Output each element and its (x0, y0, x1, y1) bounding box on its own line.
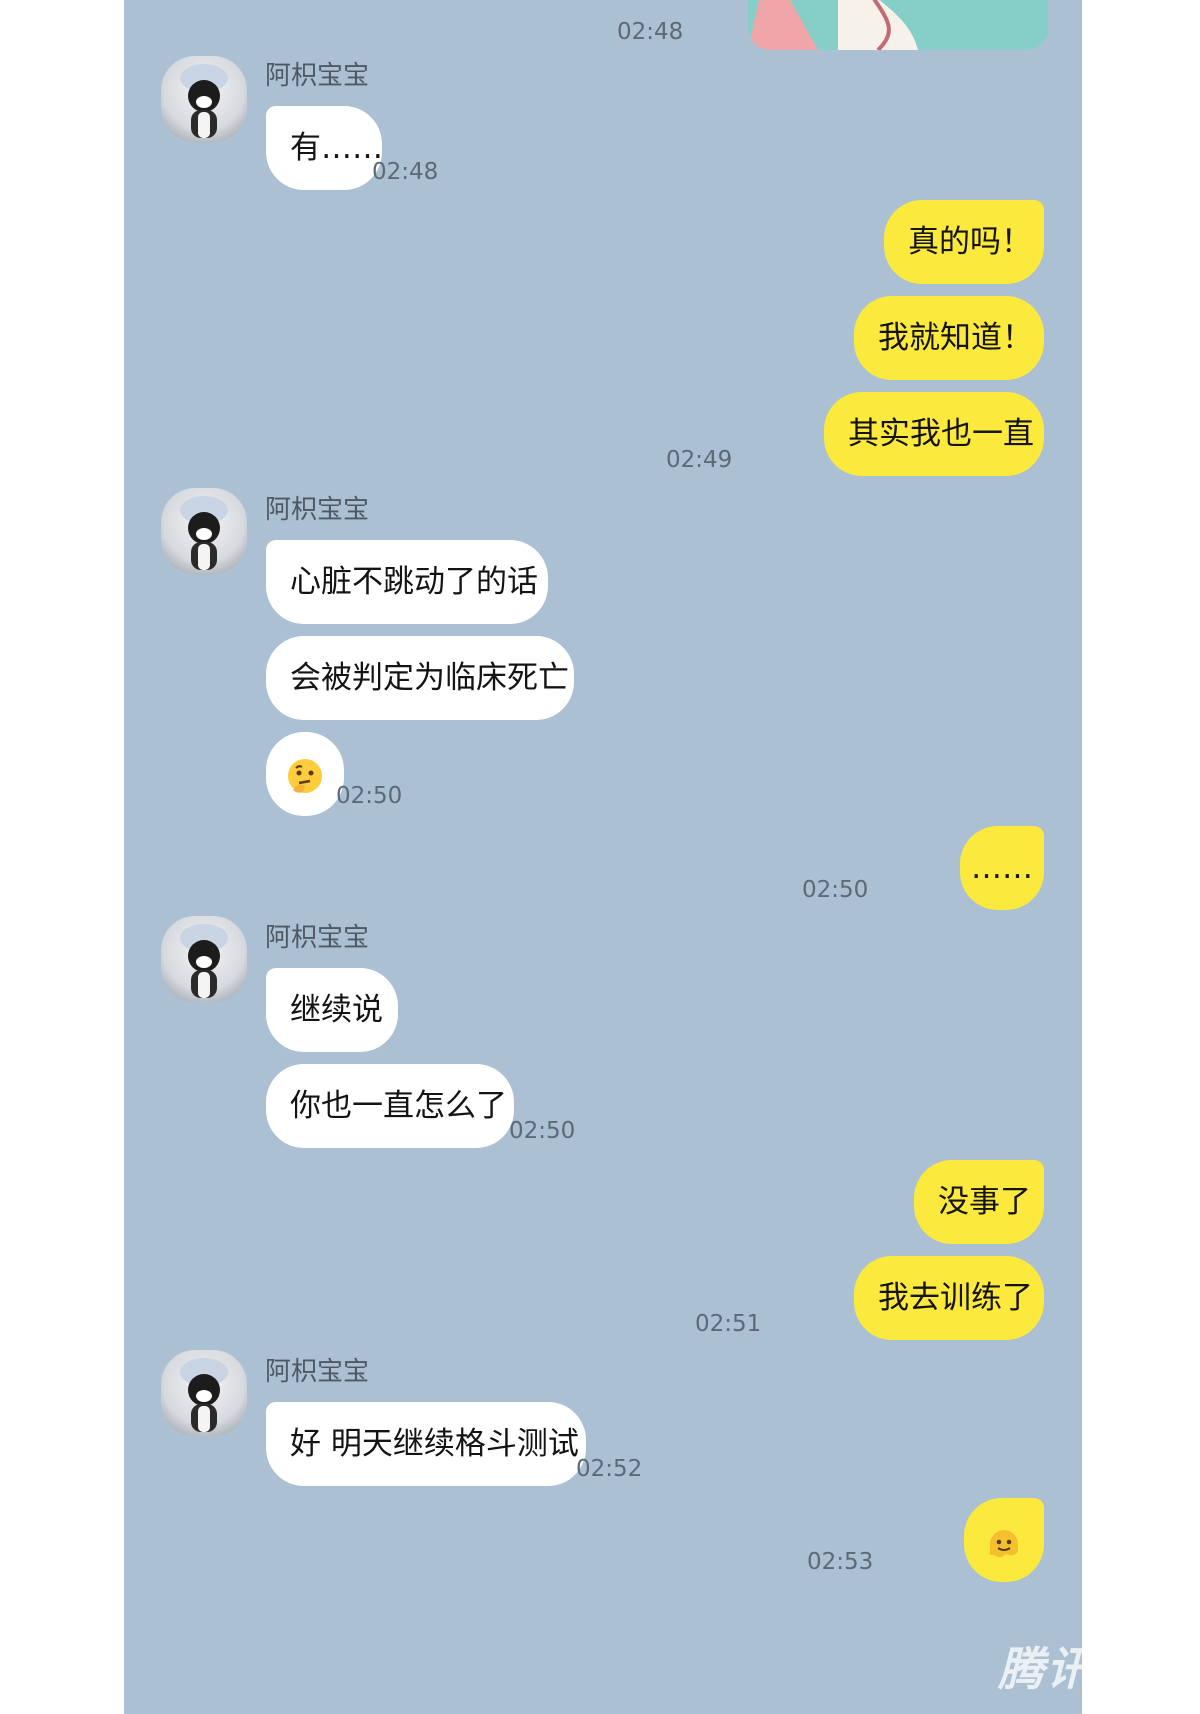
avatar[interactable] (161, 488, 247, 574)
message-bubble[interactable]: 我去训练了 (854, 1256, 1044, 1340)
message-bubble[interactable]: 继续说 (266, 968, 398, 1052)
sender-name: 阿枳宝宝 (265, 495, 370, 525)
avatar[interactable] (161, 56, 247, 142)
avatar[interactable] (161, 1350, 247, 1436)
sender-name: 阿枳宝宝 (265, 1357, 370, 1387)
message-time: 02:50 (802, 877, 869, 903)
message-time: 02:52 (576, 1456, 643, 1482)
message-bubble[interactable]: 我就知道！ (854, 296, 1044, 380)
message-bubble[interactable]: 有…… (266, 106, 383, 190)
message-bubble[interactable]: 心脏不跳动了的话 (266, 540, 548, 624)
melting-face-icon (989, 1529, 1018, 1557)
message-bubble[interactable]: 会被判定为临床死亡 (266, 636, 574, 720)
message-bubble[interactable]: 好 明天继续格斗测试 (266, 1402, 586, 1486)
image-message[interactable] (748, 0, 1048, 50)
thinking-face-icon (288, 758, 322, 793)
avatar[interactable] (161, 916, 247, 1002)
message-time: 02:50 (336, 783, 403, 809)
message-bubble[interactable]: 其实我也一直 (824, 392, 1044, 476)
emoji-message[interactable] (266, 732, 344, 816)
message-bubble[interactable]: 没事了 (914, 1160, 1044, 1244)
message-time: 02:48 (372, 159, 439, 185)
sender-name: 阿枳宝宝 (265, 61, 370, 91)
message-bubble[interactable]: 真的吗！ (884, 200, 1044, 284)
message-time: 02:53 (807, 1549, 874, 1575)
watermark-logo: 腾讯动漫 (998, 1642, 1190, 1696)
message-time: 02:48 (617, 19, 684, 45)
message-time: 02:50 (509, 1118, 576, 1144)
message-time: 02:49 (666, 447, 733, 473)
chat-screen: 02:48 阿枳宝宝 有…… 02:48 真的吗！ 我就知道！ 其实我也一直 0… (124, 0, 1082, 1714)
message-time: 02:51 (695, 1311, 762, 1337)
message-bubble[interactable]: …… (960, 826, 1044, 910)
message-bubble[interactable]: 你也一直怎么了 (266, 1064, 514, 1148)
sender-name: 阿枳宝宝 (265, 923, 370, 953)
emoji-message[interactable] (964, 1498, 1044, 1582)
